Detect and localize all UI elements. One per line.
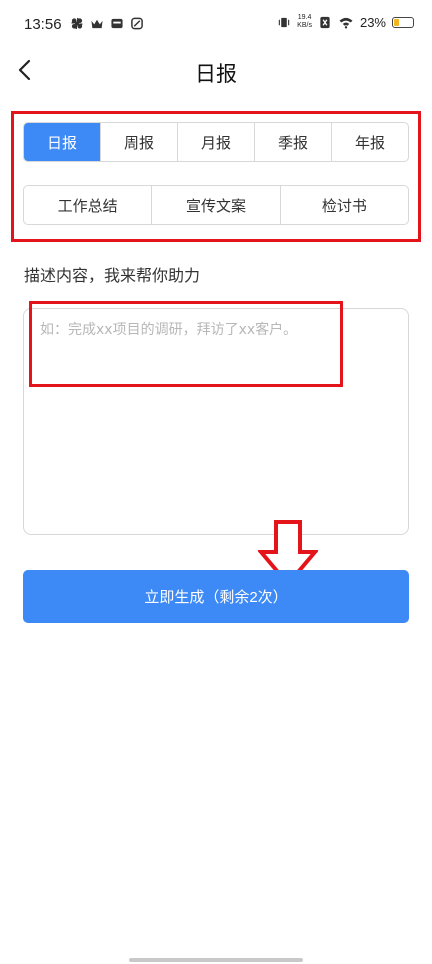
status-icons-right: 19.4 KB/s 23%	[277, 14, 414, 30]
generate-button[interactable]: 立即生成（剩余2次）	[23, 570, 409, 623]
tab-row1-0[interactable]: 日报	[24, 123, 100, 161]
status-bar: 13:56 19.4 KB/s 23%	[0, 0, 432, 50]
status-icons-left	[70, 17, 144, 30]
status-time: 13:56	[24, 16, 62, 33]
inbox-icon	[111, 18, 123, 29]
tab-row1-3[interactable]: 季报	[254, 123, 331, 161]
tab-row1-1[interactable]: 周报	[100, 123, 177, 161]
crown-icon	[91, 19, 103, 29]
tab-row2-0[interactable]: 工作总结	[24, 186, 151, 224]
tab-row1-2[interactable]: 月报	[177, 123, 254, 161]
tab-row1-4[interactable]: 年报	[331, 123, 408, 161]
description-label: 描述内容，我来帮你助力	[24, 266, 201, 285]
report-type-tabs-row1: 日报 周报 月报 季报 年报	[23, 122, 409, 162]
battery-icon	[392, 16, 414, 28]
wifi-icon	[339, 17, 353, 29]
net-speed: 19.4 KB/s	[297, 14, 312, 30]
net-speed-unit: KB/s	[297, 22, 312, 29]
report-type-tabs-row2: 工作总结 宣传文案 检讨书	[23, 185, 409, 225]
tab-row2-1[interactable]: 宣传文案	[151, 186, 279, 224]
tab-row2-2[interactable]: 检讨书	[279, 186, 408, 224]
home-indicator[interactable]	[129, 958, 303, 962]
description-input[interactable]	[23, 308, 409, 535]
pinwheel-icon	[71, 17, 83, 30]
battery-fill	[394, 18, 399, 26]
vibrate-icon	[278, 17, 290, 27]
link-icon	[131, 17, 143, 30]
page-title: 日报	[195, 62, 237, 86]
battery-percent: 23%	[359, 14, 386, 30]
sim-off-icon	[320, 16, 330, 28]
net-speed-value: 19.4	[297, 14, 312, 21]
